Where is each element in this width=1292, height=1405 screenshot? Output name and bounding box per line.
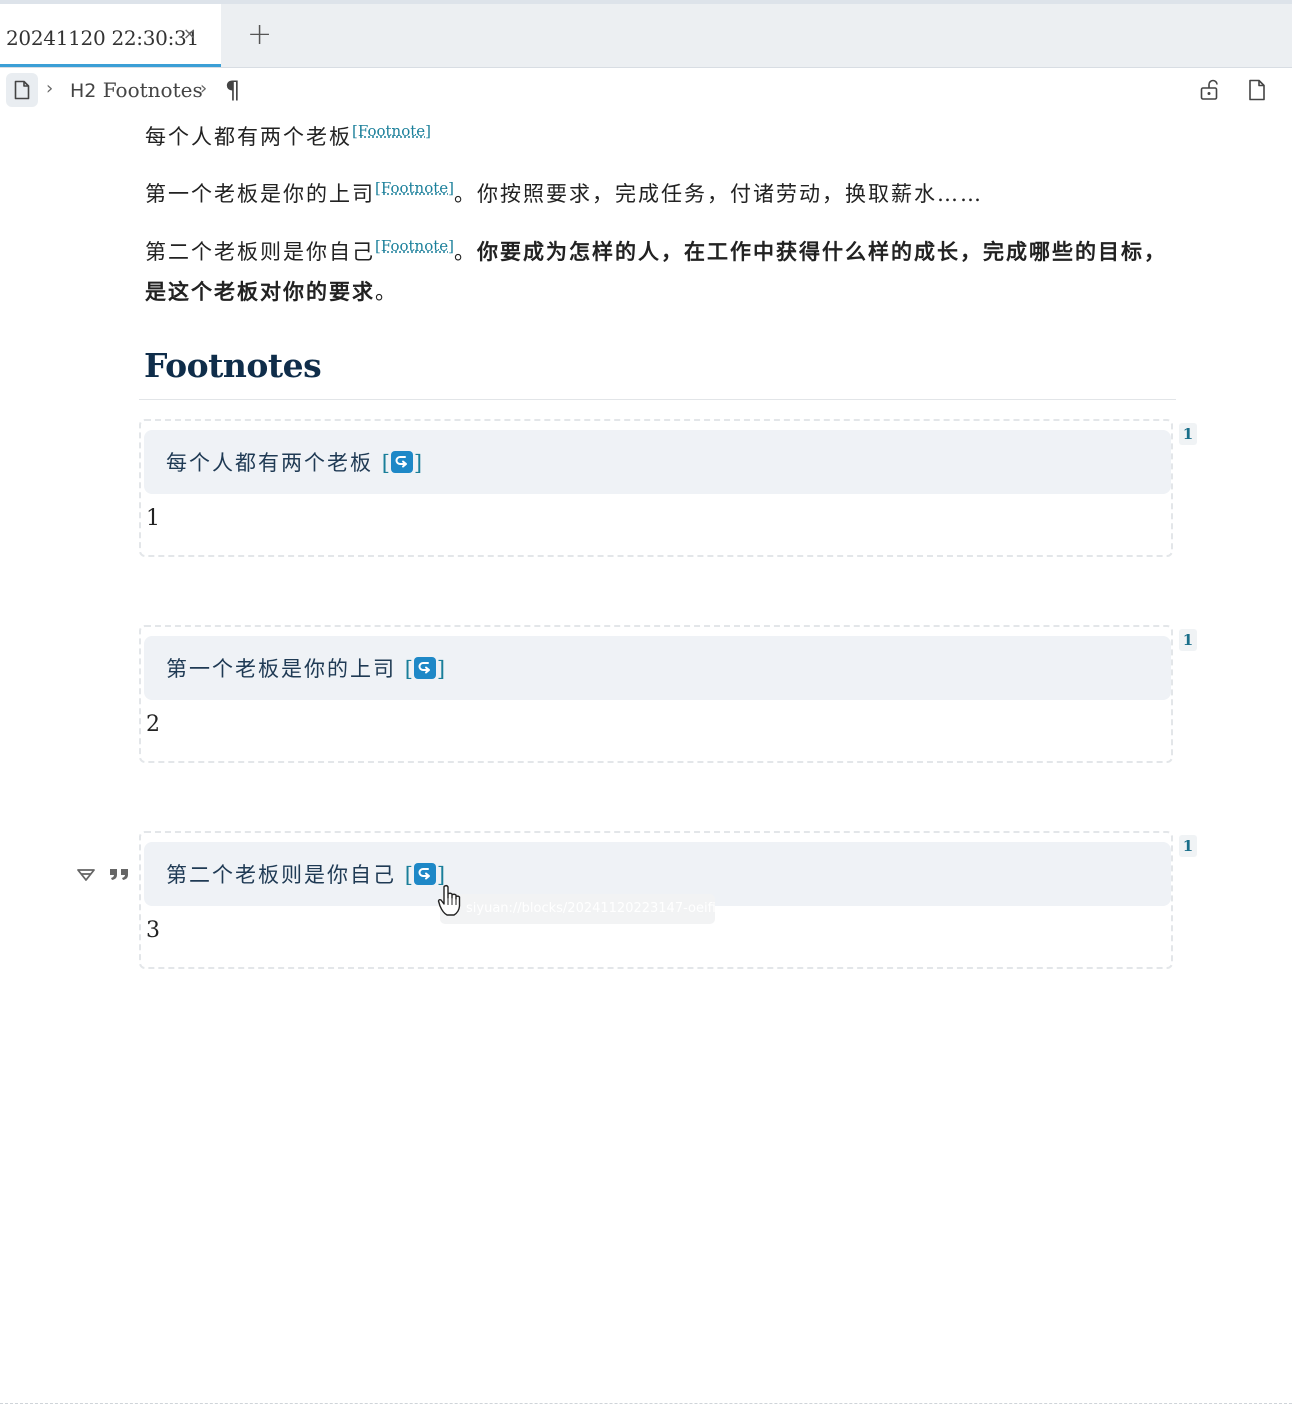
bracket-open: [ <box>404 863 413 887</box>
footnote-quote-text: 第一个老板是你的上司 <box>166 657 396 681</box>
bracket-open: [ <box>381 451 390 475</box>
block-gutter <box>76 864 136 886</box>
bracket-close: ] <box>413 451 423 475</box>
back-link[interactable]: [] <box>382 451 422 475</box>
heading-divider <box>139 399 1176 400</box>
tab-title: 20241120 22:30:31 <box>6 26 199 50</box>
hand-cursor-icon <box>437 884 461 916</box>
link-tooltip: siyuan://blocks/20241120223147-oeifieq <box>440 894 715 924</box>
heading-level-icon: H2 <box>70 80 97 102</box>
footnote-quote-text: 每个人都有两个老板 <box>166 451 373 475</box>
footnote-content[interactable]: 2 <box>146 712 160 737</box>
bracket-close: ] <box>436 657 446 681</box>
tab-close-icon[interactable]: × <box>183 24 196 43</box>
breadcrumb-heading-label: Footnotes <box>102 78 203 102</box>
ref-count-badge[interactable]: 1 <box>1179 835 1197 857</box>
unlock-icon[interactable] <box>1199 79 1219 101</box>
ref-count-badge[interactable]: 1 <box>1179 629 1197 651</box>
footnote-quote: 每个人都有两个老板 [] <box>144 430 1171 494</box>
chevron-right-icon: › <box>200 78 208 99</box>
paragraph-text: 。 <box>453 240 477 264</box>
new-tab-icon[interactable]: + <box>247 20 272 50</box>
return-icon <box>413 657 436 679</box>
paragraph[interactable]: 第一个老板是你的上司[Footnote]。你按照要求，完成任务，付诸劳动，换取薪… <box>145 175 1175 214</box>
paragraph-text: 。 <box>375 280 398 304</box>
quote-icon[interactable] <box>108 866 132 884</box>
paragraph-icon[interactable]: ¶ <box>225 76 240 104</box>
paragraph-text: 。你按照要求，完成任务，付诸劳动，换取薪水…… <box>453 182 983 206</box>
block-type-icon[interactable] <box>76 866 96 884</box>
paragraph[interactable]: 每个人都有两个老板[Footnote] <box>145 118 1175 157</box>
chevron-right-icon: › <box>46 78 54 99</box>
footnote-ref[interactable]: [Footnote] <box>352 122 431 140</box>
footnote-ref[interactable]: [Footnote] <box>375 179 454 197</box>
breadcrumb-item-heading[interactable]: H2 Footnotes <box>70 78 203 102</box>
return-icon <box>413 863 436 885</box>
bracket-open: [ <box>404 657 413 681</box>
footnote-quote: 第一个老板是你的上司 [] <box>144 636 1171 700</box>
footnote-content[interactable]: 1 <box>146 506 160 531</box>
heading-footnotes[interactable]: Footnotes <box>144 346 322 385</box>
back-link[interactable]: [] <box>405 657 445 681</box>
footnote-ref[interactable]: [Footnote] <box>375 237 454 255</box>
paragraph-text: 第一个老板是你的上司 <box>145 182 375 206</box>
paragraph-text: 第二个老板则是你自己 <box>145 240 375 264</box>
document-icon[interactable] <box>6 73 38 107</box>
footnote-block[interactable]: 第一个老板是你的上司 [] 2 <box>139 625 1173 763</box>
document-body: 每个人都有两个老板[Footnote] 第一个老板是你的上司[Footnote]… <box>145 118 1175 312</box>
file-icon[interactable] <box>1247 79 1267 101</box>
return-icon <box>390 451 413 473</box>
page-bottom-border <box>0 1403 1292 1404</box>
tab-bar: 20241120 22:30:31 × + <box>0 4 1292 68</box>
ref-count-badge[interactable]: 1 <box>1179 423 1197 445</box>
breadcrumb: › H2 Footnotes › ¶ <box>0 68 1292 114</box>
footnote-quote-text: 第二个老板则是你自己 <box>166 863 396 887</box>
paragraph[interactable]: 第二个老板则是你自己[Footnote]。你要成为怎样的人，在工作中获得什么样的… <box>145 232 1175 312</box>
footnote-block[interactable]: 每个人都有两个老板 [] 1 <box>139 419 1173 557</box>
paragraph-text: 每个人都有两个老板 <box>145 125 352 149</box>
tab-document[interactable]: 20241120 22:30:31 × <box>0 4 221 67</box>
footnote-content[interactable]: 3 <box>146 918 160 943</box>
